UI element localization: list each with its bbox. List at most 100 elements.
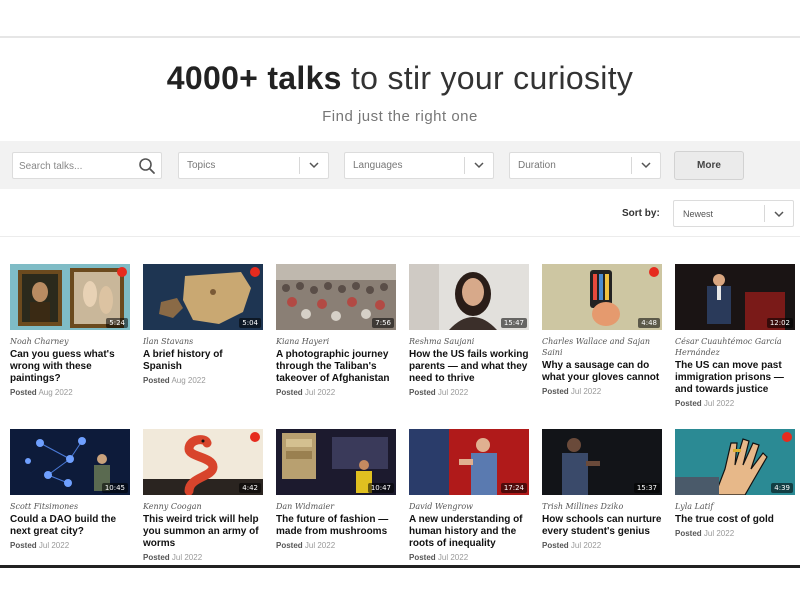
talk-posted: Posted Jul 2022 [675, 529, 795, 538]
talk-duration: 17:24 [500, 483, 527, 493]
talk-thumbnail[interactable]: 7:56 [276, 264, 396, 330]
talk-posted: Posted Jul 2022 [409, 553, 529, 562]
sort-value: Newest [683, 209, 714, 219]
posted-label: Posted [409, 553, 436, 562]
red-dot-badge [649, 267, 659, 277]
talk-card[interactable]: 10:45 Scott Fitsimones Could a DAO build… [10, 429, 130, 550]
talk-duration: 5:24 [106, 318, 128, 328]
talk-card[interactable]: 12:02 César Cuauhtémoc García Hernández … [675, 264, 795, 408]
talk-title[interactable]: Why a sausage can do what your gloves ca… [542, 360, 662, 384]
page-title: 4000+ talks to stir your curiosity [0, 58, 800, 98]
talk-title[interactable]: This weird trick will help you summon an… [143, 514, 263, 550]
talk-thumbnail[interactable]: 12:02 [675, 264, 795, 330]
posted-label: Posted [675, 529, 702, 538]
page-title-rest: to stir your curiosity [341, 60, 634, 96]
chevron-down-icon [774, 211, 784, 218]
talk-card[interactable]: 10:47 Dan Widmaier The future of fashion… [276, 429, 396, 550]
posted-label: Posted [542, 387, 569, 396]
sort-dropdown[interactable]: Newest [673, 200, 794, 227]
talk-card[interactable]: 4:39 Lyla Latif The true cost of gold Po… [675, 429, 795, 538]
talk-duration: 7:56 [372, 318, 394, 328]
talk-title[interactable]: The future of fashion — made from mushro… [276, 514, 396, 538]
talk-title[interactable]: The US can move past immigration prisons… [675, 360, 795, 396]
posted-date: Jul 2022 [304, 388, 336, 397]
talk-card[interactable]: 15:37 Trish Millines Dziko How schools c… [542, 429, 662, 550]
posted-date: Jul 2022 [437, 388, 469, 397]
more-filters-button[interactable]: More [674, 151, 744, 180]
talk-title[interactable]: Could a DAO build the next great city? [10, 514, 130, 538]
search-icon[interactable] [137, 156, 157, 176]
talk-thumbnail[interactable]: 4:48 [542, 264, 662, 330]
posted-date: Jul 2022 [703, 399, 735, 408]
talk-posted: Posted Jul 2022 [409, 388, 529, 397]
talk-title[interactable]: How the US fails working parents — and w… [409, 349, 529, 385]
talk-duration: 12:02 [766, 318, 793, 328]
talk-duration: 4:48 [638, 318, 660, 328]
posted-date: Aug 2022 [38, 388, 73, 397]
talk-title[interactable]: A new understanding of human history and… [409, 514, 529, 550]
talk-title[interactable]: Can you guess what's wrong with these pa… [10, 349, 130, 385]
dropdown-divider [464, 157, 465, 174]
talk-thumbnail[interactable]: 5:04 [143, 264, 263, 330]
talk-posted: Posted Aug 2022 [10, 388, 130, 397]
posted-label: Posted [675, 399, 702, 408]
talk-thumbnail[interactable]: 15:37 [542, 429, 662, 495]
talk-title[interactable]: The true cost of gold [675, 514, 795, 526]
topics-label: Topics [187, 160, 216, 171]
bottom-divider [0, 565, 800, 568]
posted-label: Posted [276, 541, 303, 550]
page-subtitle: Find just the right one [322, 108, 478, 125]
posted-date: Jul 2022 [437, 553, 469, 562]
posted-date: Jul 2022 [570, 541, 602, 550]
sort-label: Sort by: [622, 208, 660, 219]
talk-card[interactable]: 5:04 Ilan Stavans A brief history of Spa… [143, 264, 263, 385]
talk-speaker: Trish Millines Dziko [542, 502, 624, 511]
languages-dropdown[interactable]: Languages [344, 152, 494, 179]
talk-speaker: Kenny Coogan [143, 502, 202, 511]
posted-date: Jul 2022 [304, 541, 336, 550]
posted-label: Posted [143, 553, 170, 562]
talk-posted: Posted Jul 2022 [542, 387, 662, 396]
talk-thumbnail[interactable]: 4:42 [143, 429, 263, 495]
talk-thumbnail[interactable]: 15:47 [409, 264, 529, 330]
posted-label: Posted [10, 541, 37, 550]
talk-posted: Posted Jul 2022 [276, 388, 396, 397]
talk-title[interactable]: How schools can nurture every student's … [542, 514, 662, 538]
talk-card[interactable]: 4:42 Kenny Coogan This weird trick will … [143, 429, 263, 562]
page-title-bold: 4000+ talks [166, 60, 342, 96]
talk-speaker: Reshma Saujani [409, 337, 475, 346]
chevron-down-icon [474, 162, 484, 169]
talk-speaker: Charles Wallace and Sajan Saini [542, 337, 650, 357]
talk-thumbnail[interactable]: 5:24 [10, 264, 130, 330]
talk-card[interactable]: 4:48 Charles Wallace and Sajan Saini Why… [542, 264, 662, 396]
duration-dropdown[interactable]: Duration [509, 152, 661, 179]
talk-duration: 15:47 [500, 318, 527, 328]
talk-speaker: Ilan Stavans [143, 337, 194, 346]
talk-thumbnail[interactable]: 17:24 [409, 429, 529, 495]
red-dot-badge [782, 432, 792, 442]
talk-title[interactable]: A brief history of Spanish [143, 349, 263, 373]
dropdown-divider [764, 205, 765, 222]
talk-card[interactable]: 5:24 Noah Charney Can you guess what's w… [10, 264, 130, 397]
talk-card[interactable]: 15:47 Reshma Saujani How the US fails wo… [409, 264, 529, 397]
hero: 4000+ talks to stir your curiosity Find … [0, 58, 800, 125]
red-dot-badge [250, 267, 260, 277]
talk-duration: 15:37 [633, 483, 660, 493]
talk-speaker: Lyla Latif [675, 502, 714, 511]
talk-thumbnail[interactable]: 4:39 [675, 429, 795, 495]
talk-title[interactable]: A photographic journey through the Talib… [276, 349, 396, 385]
talk-card[interactable]: 17:24 David Wengrow A new understanding … [409, 429, 529, 562]
chevron-down-icon [309, 162, 319, 169]
talk-speaker: Scott Fitsimones [10, 502, 79, 511]
talk-thumbnail[interactable]: 10:45 [10, 429, 130, 495]
posted-date: Jul 2022 [171, 553, 203, 562]
sort-row: Sort by: Newest [0, 197, 800, 237]
chevron-down-icon [641, 162, 651, 169]
talk-card[interactable]: 7:56 Kiana Hayeri A photographic journey… [276, 264, 396, 397]
talk-posted: Posted Jul 2022 [542, 541, 662, 550]
topics-dropdown[interactable]: Topics [178, 152, 329, 179]
talk-thumbnail[interactable]: 10:47 [276, 429, 396, 495]
red-dot-badge [117, 267, 127, 277]
search-input[interactable]: Search talks... [12, 152, 162, 179]
languages-label: Languages [353, 160, 403, 171]
